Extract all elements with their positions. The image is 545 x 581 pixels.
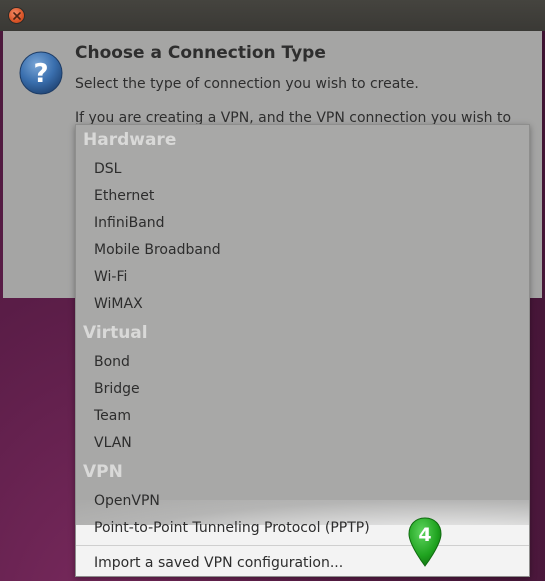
- menu-item-import-vpn[interactable]: Import a saved VPN configuration...: [94, 555, 343, 571]
- marker-number: 4: [418, 524, 431, 546]
- window-titlebar: [0, 0, 545, 31]
- section-vpn: VPN: [83, 462, 123, 482]
- dialog-title: Choose a Connection Type: [75, 43, 326, 63]
- menu-item-dsl[interactable]: DSL: [94, 161, 121, 177]
- menu-item-bridge[interactable]: Bridge: [94, 381, 140, 397]
- menu-item-vlan[interactable]: VLAN: [94, 435, 132, 451]
- menu-separator: [76, 545, 529, 546]
- menu-item-bond[interactable]: Bond: [94, 354, 130, 370]
- menu-item-infiniband[interactable]: InfiniBand: [94, 215, 165, 231]
- menu-item-wimax[interactable]: WiMAX: [94, 296, 143, 312]
- close-icon[interactable]: [9, 8, 24, 23]
- menu-item-ethernet[interactable]: Ethernet: [94, 188, 154, 204]
- menu-item-openvpn[interactable]: OpenVPN: [94, 493, 160, 509]
- menu-item-team[interactable]: Team: [94, 408, 131, 424]
- menu-item-pptp[interactable]: Point-to-Point Tunneling Protocol (PPTP): [94, 520, 370, 536]
- section-virtual: Virtual: [83, 323, 148, 343]
- svg-text:?: ?: [33, 59, 48, 89]
- menu-item-mobile-broadband[interactable]: Mobile Broadband: [94, 242, 221, 258]
- dialog-description: Select the type of connection you wish t…: [75, 76, 419, 92]
- menu-item-wifi[interactable]: Wi-Fi: [94, 269, 127, 285]
- connection-type-menu: Hardware DSL Ethernet InfiniBand Mobile …: [75, 124, 530, 577]
- map-pin-icon: 4: [407, 516, 443, 568]
- section-hardware: Hardware: [83, 130, 177, 150]
- question-icon: ?: [19, 51, 63, 95]
